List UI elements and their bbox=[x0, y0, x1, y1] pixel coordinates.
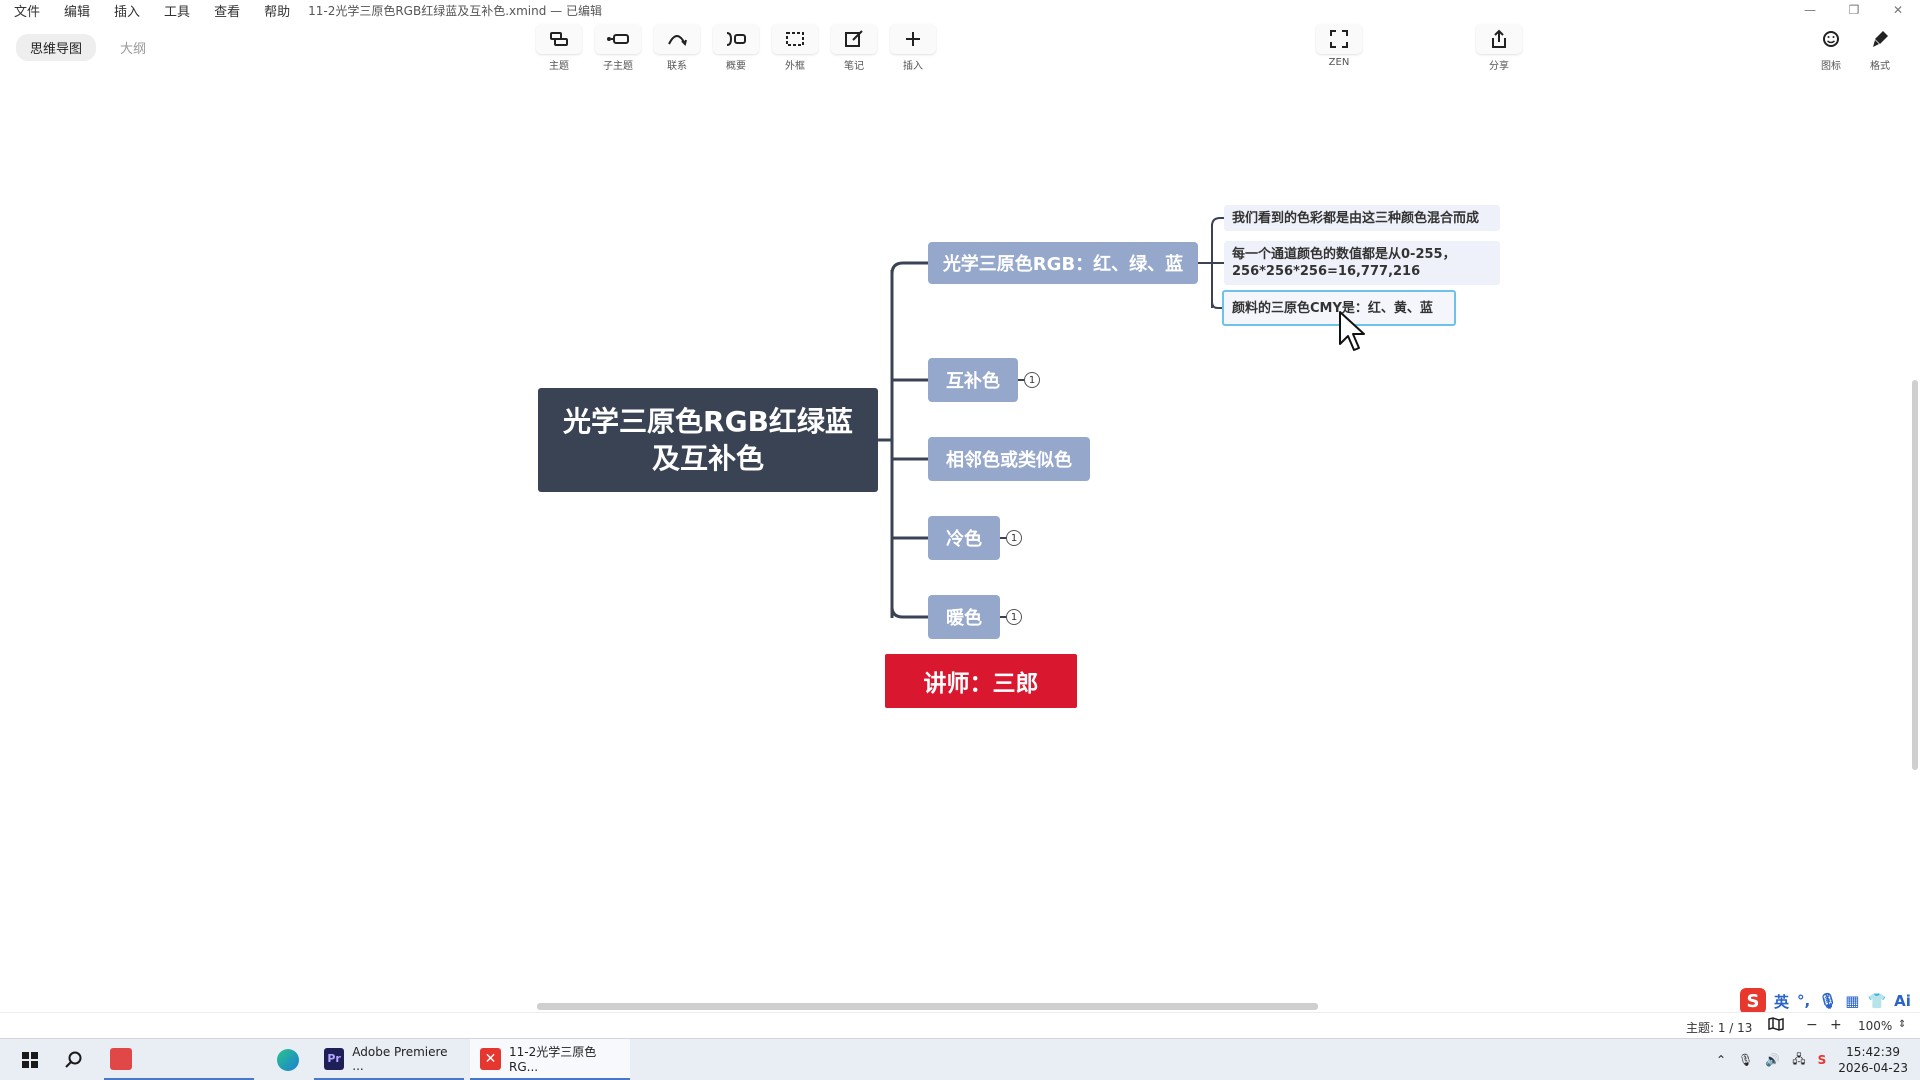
teacher-label[interactable]: 讲师：三郎 bbox=[885, 654, 1077, 708]
zen-mode-button[interactable]: ZEN bbox=[1316, 24, 1362, 72]
relationship-icon bbox=[654, 24, 700, 54]
boundary-icon bbox=[772, 24, 818, 54]
windows-logo-icon bbox=[22, 1052, 38, 1068]
collapse-count-badge[interactable]: 1 bbox=[1006, 609, 1022, 625]
root-topic-line2: 及互补色 bbox=[651, 442, 764, 475]
boundary-button[interactable]: 外框 bbox=[772, 24, 818, 72]
subtopic-icon bbox=[595, 24, 641, 54]
network-icon[interactable]: 🖧 bbox=[1792, 1050, 1805, 1071]
topic-icon bbox=[536, 24, 582, 54]
format-panel-button[interactable]: 格式 bbox=[1857, 24, 1903, 72]
root-topic[interactable]: 光学三原色RGB红绿蓝 及互补色 bbox=[538, 388, 878, 492]
zoom-out-button[interactable]: − bbox=[1806, 1017, 1818, 1033]
share-button[interactable]: 分享 bbox=[1476, 24, 1522, 72]
branch-analogous[interactable]: 相邻色或类似色 bbox=[928, 437, 1090, 481]
zoom-stepper-icon[interactable]: ⇕ bbox=[1898, 1019, 1906, 1030]
topic-counter: 主题: 1 / 13 bbox=[1686, 1021, 1753, 1035]
mouse-cursor-icon bbox=[1339, 311, 1365, 351]
taskbar-app-premiere[interactable]: Pr Adobe Premiere ... bbox=[314, 1039, 464, 1080]
topic-button[interactable]: 主题 bbox=[536, 24, 582, 72]
chevron-up-icon[interactable]: ⌃ bbox=[1716, 1053, 1726, 1067]
clock-time: 15:42:39 bbox=[1846, 1045, 1901, 1059]
clock[interactable]: 15:42:39 2026-04-23 bbox=[1838, 1044, 1908, 1076]
menu-insert[interactable]: 插入 bbox=[100, 1, 150, 20]
system-tray: ⌃ 🎙 🔊 🖧 S 15:42:39 2026-04-23 bbox=[1716, 1039, 1908, 1080]
xmind-icon: ✕ bbox=[480, 1047, 501, 1070]
leaf-color-mix[interactable]: 我们看到的色彩都是由这三种颜色混合而成 bbox=[1224, 205, 1500, 231]
start-button[interactable] bbox=[12, 1039, 48, 1080]
map-view-icon[interactable] bbox=[1768, 1017, 1784, 1034]
minimize-icon[interactable]: — bbox=[1788, 0, 1832, 20]
menu-file[interactable]: 文件 bbox=[0, 1, 50, 20]
horizontal-scrollbar[interactable] bbox=[0, 1000, 1900, 1012]
menu-help[interactable]: 帮助 bbox=[250, 1, 300, 20]
xmind-window: 文件 编辑 插入 工具 查看 帮助 11-2光学三原色RGB红绿蓝及互补色.xm… bbox=[0, 0, 1920, 1080]
menu-bar: 文件 编辑 插入 工具 查看 帮助 11-2光学三原色RGB红绿蓝及互补色.xm… bbox=[0, 0, 1920, 20]
smiley-icon bbox=[1808, 24, 1854, 54]
share-icon bbox=[1476, 24, 1522, 54]
recorder-app-icon bbox=[110, 1047, 132, 1070]
close-icon[interactable]: ✕ bbox=[1876, 0, 1920, 20]
restore-icon[interactable]: ❐ bbox=[1832, 0, 1876, 20]
taskbar-app-recorder[interactable] bbox=[104, 1039, 254, 1080]
collapse-count-badge[interactable]: 1 bbox=[1024, 372, 1040, 388]
note-button[interactable]: 笔记 bbox=[831, 24, 877, 72]
clock-date: 2026-04-23 bbox=[1838, 1061, 1908, 1075]
subtopic-button[interactable]: 子主题 bbox=[595, 24, 641, 72]
leaf-channel-values[interactable]: 每一个通道颜色的数值都是从0-255， 256*256*256=16,777,2… bbox=[1224, 241, 1500, 285]
window-controls: — ❐ ✕ bbox=[1788, 0, 1920, 20]
view-toggle: 思维导图 大纲 bbox=[16, 34, 160, 61]
vertical-scrollbar[interactable] bbox=[1908, 74, 1920, 1006]
collapse-count-badge[interactable]: 1 bbox=[1006, 530, 1022, 546]
edge-browser-icon bbox=[277, 1049, 299, 1071]
taskbar: Pr Adobe Premiere ... ✕ 11-2光学三原色RG... ⌃… bbox=[0, 1038, 1920, 1080]
branch-cool-colors[interactable]: 冷色 bbox=[928, 516, 1000, 560]
vertical-scroll-thumb[interactable] bbox=[1912, 380, 1918, 770]
outline-view-button[interactable]: 大纲 bbox=[106, 34, 160, 61]
menu-view[interactable]: 查看 bbox=[200, 1, 250, 20]
search-button[interactable] bbox=[56, 1039, 92, 1080]
relationship-button[interactable]: 联系 bbox=[654, 24, 700, 72]
zoom-in-button[interactable]: + bbox=[1830, 1017, 1842, 1033]
root-topic-line1: 光学三原色RGB红绿蓝 bbox=[563, 405, 853, 438]
taskbar-app-edge[interactable] bbox=[270, 1039, 306, 1080]
mindmap-view-button[interactable]: 思维导图 bbox=[16, 34, 97, 61]
status-bar: 主题: 1 / 13 − + 100% ⇕ bbox=[0, 1012, 1920, 1038]
insert-button[interactable]: 插入 bbox=[890, 24, 936, 72]
menu-tools[interactable]: 工具 bbox=[150, 1, 200, 20]
document-title: 11-2光学三原色RGB红绿蓝及互补色.xmind — 已编辑 bbox=[308, 3, 602, 18]
branch-complementary[interactable]: 互补色 bbox=[928, 358, 1018, 402]
premiere-icon: Pr bbox=[324, 1047, 345, 1070]
menu-edit[interactable]: 编辑 bbox=[50, 1, 100, 20]
sogou-tray-icon[interactable]: S bbox=[1818, 1053, 1827, 1067]
icons-panel-button[interactable]: 图标 bbox=[1808, 24, 1854, 72]
speaker-icon[interactable]: 🔊 bbox=[1765, 1053, 1780, 1067]
plus-icon bbox=[890, 24, 936, 54]
summary-button[interactable]: 概要 bbox=[713, 24, 759, 72]
fullscreen-icon bbox=[1316, 24, 1362, 54]
mindmap-canvas[interactable]: 光学三原色RGB红绿蓝 及互补色 光学三原色RGB：红、绿、蓝 我们看到的色彩都… bbox=[0, 74, 1911, 1014]
search-icon bbox=[65, 1051, 82, 1068]
taskbar-app-xmind[interactable]: ✕ 11-2光学三原色RG... bbox=[470, 1039, 630, 1080]
zoom-level[interactable]: 100% bbox=[1858, 1019, 1892, 1033]
toolbar: 思维导图 大纲 主题 子主题 联系 概要 外框 笔记 插入 ZEN 分享 图标 … bbox=[0, 20, 1920, 74]
microphone-icon[interactable]: 🎙 bbox=[1738, 1053, 1753, 1067]
branch-rgb[interactable]: 光学三原色RGB：红、绿、蓝 bbox=[928, 242, 1198, 284]
branch-warm-colors[interactable]: 暖色 bbox=[928, 595, 1000, 639]
note-icon bbox=[831, 24, 877, 54]
horizontal-scroll-thumb[interactable] bbox=[537, 1003, 1318, 1010]
brush-icon bbox=[1857, 24, 1903, 54]
summary-icon bbox=[713, 24, 759, 54]
